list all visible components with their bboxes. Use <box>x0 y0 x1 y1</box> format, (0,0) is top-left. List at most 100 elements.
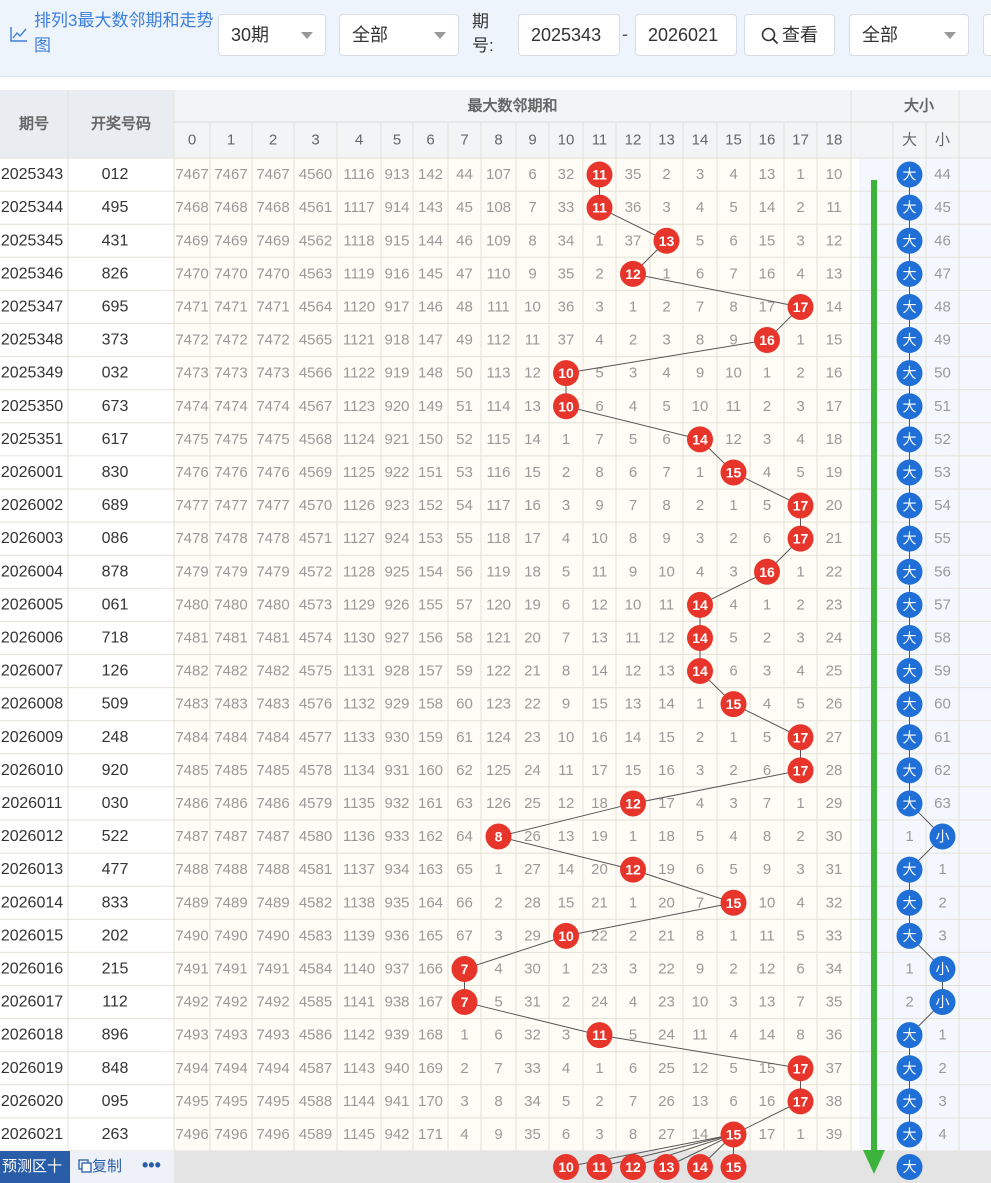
predict-area-button[interactable]: 预测区十 <box>0 1151 70 1183</box>
extra-control[interactable] <box>983 14 991 56</box>
sum-cell: 7468 <box>256 199 289 216</box>
sum-cell: 7474 <box>256 398 289 415</box>
sum-cell: 1138 <box>343 894 375 911</box>
row-number: 673 <box>102 398 129 415</box>
sum-cell: 8 <box>562 663 570 680</box>
sum-cell: 7471 <box>175 298 208 315</box>
sum-cell: 7483 <box>256 696 289 713</box>
view-button[interactable]: 查看 <box>744 14 835 56</box>
sum-cell: 2 <box>729 530 737 547</box>
copy-button[interactable]: 复制 <box>78 1151 122 1183</box>
sum-cell: 32 <box>826 894 843 911</box>
sum-cell: 4580 <box>299 828 332 845</box>
sum-cell: 7 <box>662 464 670 481</box>
sum-cell: 6 <box>595 398 603 415</box>
sum-cell: 7472 <box>175 332 208 349</box>
sum-cell: 7492 <box>256 994 289 1011</box>
sum-cell: 25 <box>524 795 541 812</box>
sum-cell: 8 <box>595 464 603 481</box>
sum-cell: 156 <box>418 629 443 646</box>
sum-cell: 4568 <box>299 431 332 448</box>
group-header-bigsmall: 大小 <box>904 97 934 115</box>
sum-cell: 1 <box>729 927 737 944</box>
sum-cell: 1126 <box>343 497 375 514</box>
sum-cell: 33 <box>826 927 843 944</box>
sum-cell: 164 <box>418 894 443 911</box>
sum-cell: 22 <box>826 563 843 580</box>
sum-cell: 2 <box>460 1060 468 1077</box>
sum-cell: 7480 <box>256 596 289 613</box>
sum-cell: 21 <box>591 894 608 911</box>
issue-label: 期号: <box>472 12 494 55</box>
sum-cell: 4 <box>494 960 502 977</box>
sum-cell: 61 <box>456 729 473 746</box>
sum-cell: 4572 <box>299 563 332 580</box>
sum-cell: 24 <box>826 629 843 646</box>
period-select-value: 30期 <box>231 25 270 45</box>
sum-cell: 4579 <box>299 795 332 812</box>
row-number: 848 <box>102 1060 129 1077</box>
filter-select[interactable]: 全部 <box>339 14 459 56</box>
sum-cell: 1139 <box>343 927 375 944</box>
sum-cell: 16 <box>826 365 843 382</box>
sum-cell: 4574 <box>299 629 332 646</box>
hit-ball-label: 15 <box>726 464 742 480</box>
sum-cell: 49 <box>456 332 473 349</box>
sum-cell: 7478 <box>175 530 208 547</box>
sum-cell: 7486 <box>175 795 208 812</box>
sum-cell: 35 <box>558 265 575 282</box>
bs-cell: 2 <box>938 894 946 911</box>
sum-cell: 13 <box>692 1093 709 1110</box>
bs-ball-label: 大 <box>903 564 917 580</box>
sum-cell: 5 <box>796 464 804 481</box>
sum-cell: 6 <box>629 464 637 481</box>
column-header-sum-16: 16 <box>759 132 776 149</box>
sum-cell: 1 <box>629 894 637 911</box>
sum-cell: 936 <box>384 927 409 944</box>
bs-ball-label: 大 <box>903 630 917 646</box>
sum-cell: 4 <box>460 1126 468 1143</box>
hit-ball-label: 14 <box>692 630 708 646</box>
issue-to-input[interactable]: 2026021 <box>635 14 737 56</box>
sum-cell: 1125 <box>343 464 375 481</box>
sum-cell: 4583 <box>299 927 332 944</box>
filter-select-2[interactable]: 全部 <box>849 14 969 56</box>
sum-cell: 7469 <box>214 232 247 249</box>
sum-cell: 1 <box>729 729 737 746</box>
sum-cell: 7467 <box>175 166 208 183</box>
sum-cell: 18 <box>591 795 608 812</box>
sum-cell: 7 <box>763 795 771 812</box>
sum-cell: 3 <box>460 1093 468 1110</box>
sum-cell: 919 <box>384 365 409 382</box>
bs-cell: 1 <box>905 960 913 977</box>
sum-cell: 3 <box>595 298 603 315</box>
sum-cell: 7490 <box>175 927 208 944</box>
sum-cell: 116 <box>487 464 511 481</box>
sum-cell: 38 <box>826 1093 843 1110</box>
bs-ball-label: 大 <box>903 431 917 447</box>
sum-cell: 7470 <box>214 265 247 282</box>
issue-from-input[interactable]: 2025343 <box>518 14 620 56</box>
copy-button-label: 复制 <box>92 1158 123 1175</box>
bs-cell: 50 <box>934 365 951 382</box>
sum-cell: 15 <box>759 232 776 249</box>
column-header-sum-17: 17 <box>792 132 809 149</box>
sum-cell: 34 <box>558 232 575 249</box>
sum-cell: 1144 <box>343 1093 375 1110</box>
copy-icon <box>78 1159 92 1173</box>
sum-cell: 7482 <box>214 663 247 680</box>
bs-cell: 54 <box>934 497 951 514</box>
row-issue: 2026008 <box>1 696 63 713</box>
sum-cell: 4 <box>662 365 670 382</box>
sum-cell: 1 <box>562 431 570 448</box>
period-select[interactable]: 30期 <box>218 14 326 56</box>
sum-cell: 7481 <box>256 629 289 646</box>
sum-cell: 1122 <box>343 365 375 382</box>
more-options-button[interactable]: ••• <box>142 1151 161 1183</box>
sum-cell: 7479 <box>175 563 208 580</box>
sum-cell: 8 <box>629 1126 637 1143</box>
sum-cell: 4563 <box>299 265 332 282</box>
row-issue: 2026007 <box>1 663 63 680</box>
sum-cell: 8 <box>763 828 771 845</box>
sum-cell: 3 <box>696 530 704 547</box>
